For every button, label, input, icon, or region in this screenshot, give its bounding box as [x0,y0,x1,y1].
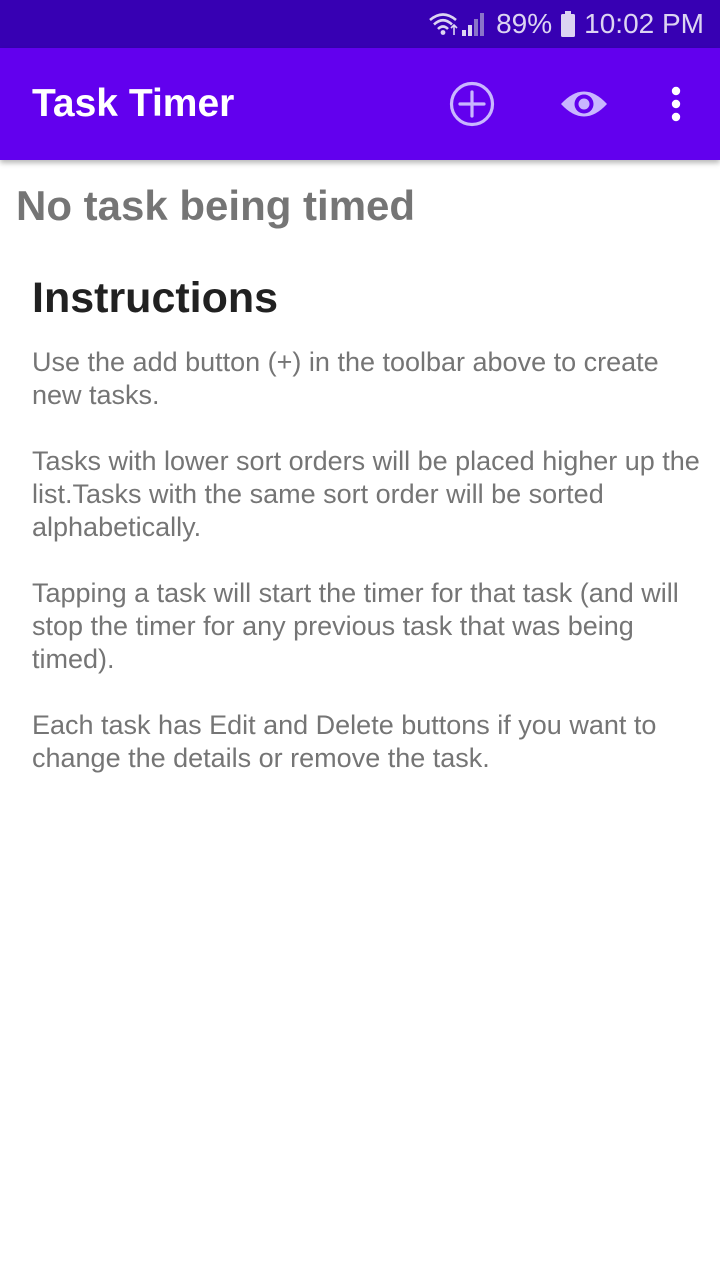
status-bar: 89% 10:02 PM [0,0,720,48]
app-title: Task Timer [32,82,235,125]
battery-percentage: 89% [496,8,553,39]
add-task-button[interactable] [440,48,504,160]
eye-icon [561,91,607,117]
cell-signal-icon [462,13,485,36]
status-clock: 10:02 PM [584,8,704,39]
instruction-paragraph: Each task has Edit and Delete buttons if… [32,710,657,773]
add-circle-icon [449,81,495,127]
instruction-paragraph: Use the add button (+) in the toolbar ab… [32,347,659,410]
instructions-heading: Instructions [32,274,279,322]
view-button[interactable] [548,48,620,160]
instruction-paragraph: Tapping a task will start the timer for … [32,578,679,674]
wifi-icon [429,13,458,35]
more-vert-icon [671,86,681,122]
battery-icon [561,11,576,37]
current-task-label: No task being timed [16,182,416,229]
app-bar: Task Timer [0,48,720,160]
overflow-menu-button[interactable] [656,48,696,160]
instruction-paragraph: Tasks with lower sort orders will be pla… [32,446,700,542]
